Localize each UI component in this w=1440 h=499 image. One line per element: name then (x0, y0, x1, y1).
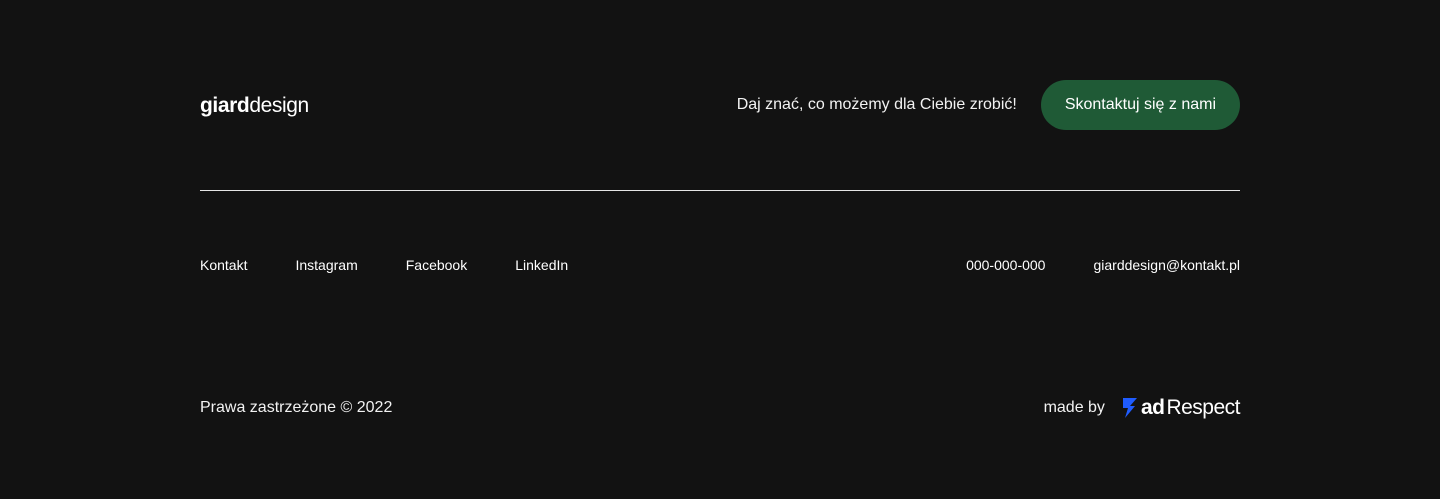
made-by-label: made by (1043, 399, 1105, 416)
contact-us-button[interactable]: Skontaktuj się z nami (1040, 80, 1240, 130)
site-footer: giard design Daj znać, co możemy dla Cieb… (0, 0, 1440, 499)
cta-group: Daj znać, co możemy dla Ciebie zrobić! S… (737, 80, 1240, 130)
agency-logo-bold: ad (1140, 396, 1165, 419)
footer-top-row: giard design Daj znać, co możemy dla Cieb… (200, 80, 1240, 130)
footer-link-facebook[interactable]: Facebook (406, 257, 467, 273)
agency-logo[interactable]: ad Respect (1121, 396, 1240, 420)
brand-logo-light: design (249, 93, 309, 117)
adrespect-mark-icon (1122, 398, 1137, 418)
cta-text: Daj znać, co możemy dla Ciebie zrobić! (736, 96, 1017, 113)
footer-link-linkedin[interactable]: LinkedIn (515, 257, 568, 273)
copyright-text: Prawa zastrzeżone © 2022 (200, 399, 393, 416)
agency-logo-light: Respect (1166, 396, 1240, 419)
footer-link-kontakt[interactable]: Kontakt (200, 257, 247, 273)
footer-bottom-row: Prawa zastrzeżone © 2022 made by ad Respe… (200, 395, 1240, 421)
footer-contact: 000-000-000 giarddesign@kontakt.pl (918, 257, 1240, 273)
footer-nav: Kontakt Instagram Facebook LinkedIn (200, 257, 616, 273)
email-link[interactable]: giarddesign@kontakt.pl (1093, 257, 1240, 273)
footer-links-row: Kontakt Instagram Facebook LinkedIn 000-… (200, 255, 1240, 275)
footer-link-instagram[interactable]: Instagram (295, 257, 357, 273)
brand-logo[interactable]: giard design (200, 95, 309, 116)
made-by: made by ad Respect (1043, 396, 1241, 420)
brand-logo-bold: giard (200, 93, 250, 117)
footer-divider (200, 190, 1240, 191)
phone-link[interactable]: 000-000-000 (966, 257, 1045, 273)
